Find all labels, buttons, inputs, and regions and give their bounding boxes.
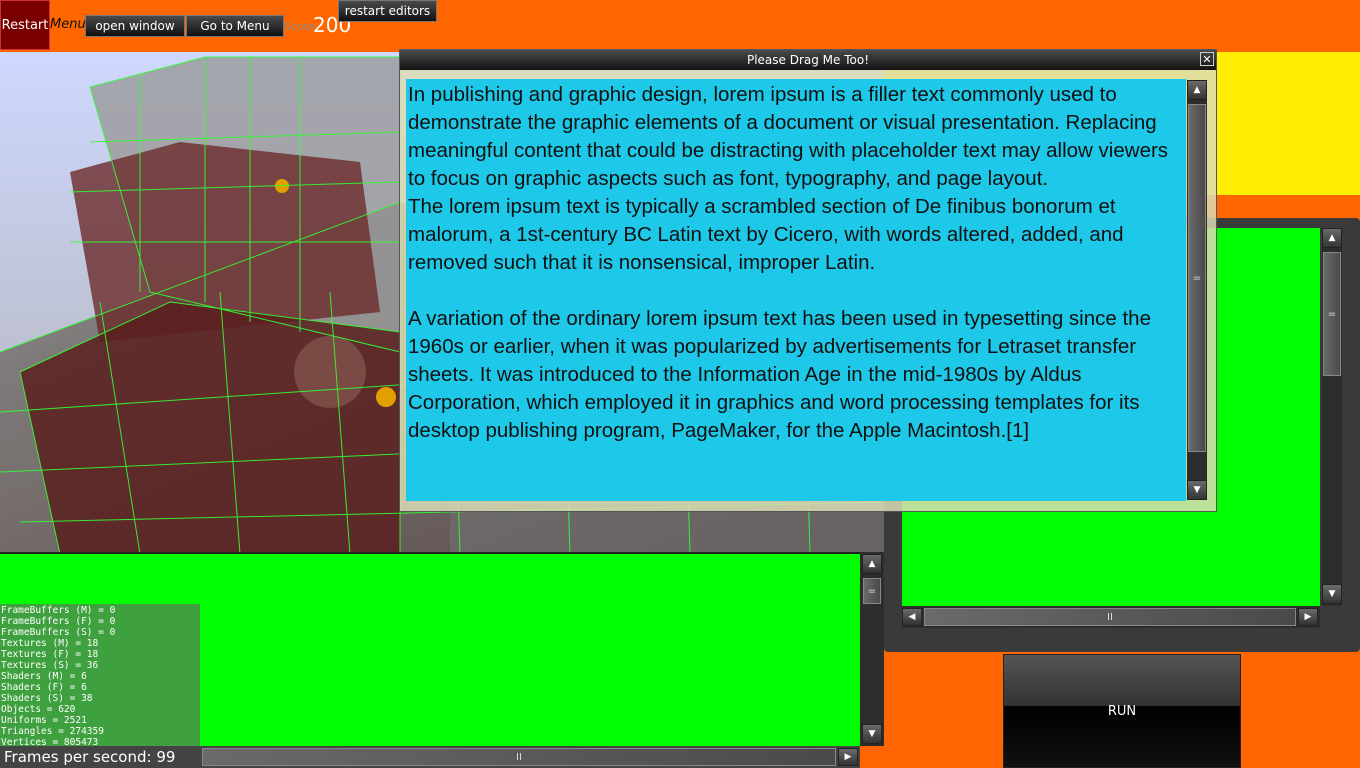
- drag-dialog[interactable]: Please Drag Me Too! ✕ In publishing and …: [399, 49, 1217, 512]
- run-button[interactable]: RUN: [1003, 654, 1241, 768]
- right-editor-scroll-left-icon[interactable]: ◀: [902, 608, 922, 626]
- menu-label: Menu: [50, 17, 86, 32]
- stats-line: FrameBuffers (S) = 0: [1, 627, 116, 638]
- dialog-scroll-up-icon[interactable]: ▲: [1187, 80, 1207, 100]
- stats-line: Shaders (S) = 38: [1, 693, 93, 704]
- bottom-editor-scroll-up-icon[interactable]: ▲: [862, 554, 882, 574]
- right-editor-hscroll-thumb[interactable]: II: [924, 608, 1296, 626]
- right-editor-scroll-right-icon[interactable]: ▶: [1298, 608, 1318, 626]
- fps-counter: Frames per second: 99: [0, 746, 200, 768]
- stats-line: Shaders (M) = 6: [1, 671, 87, 682]
- bottom-editor-vscroll-thumb[interactable]: =: [863, 578, 881, 604]
- stats-line: Textures (S) = 36: [1, 660, 99, 671]
- dialog-paragraph: A variation of the ordinary lorem ipsum …: [408, 307, 1151, 442]
- right-editor-vscroll-thumb[interactable]: =: [1323, 252, 1341, 376]
- dialog-paragraph: In publishing and graphic design, lorem …: [408, 83, 1169, 190]
- right-editor-scroll-up-icon[interactable]: ▲: [1322, 228, 1342, 248]
- score-label: Score: [284, 20, 315, 33]
- dialog-title-bar[interactable]: Please Drag Me Too!: [400, 50, 1216, 70]
- stats-line: FrameBuffers (M) = 0: [1, 605, 116, 616]
- close-icon[interactable]: ✕: [1200, 52, 1214, 66]
- dialog-paragraph: The lorem ipsum text is typically a scra…: [408, 195, 1124, 274]
- stats-line: Triangles = 274359: [1, 726, 104, 737]
- bottom-editor-scroll-down-icon[interactable]: ▼: [862, 724, 882, 744]
- stats-line: FrameBuffers (F) = 0: [1, 616, 116, 627]
- bottom-editor-scroll-right-icon[interactable]: ▶: [838, 748, 858, 766]
- stats-line: Shaders (F) = 6: [1, 682, 87, 693]
- go-to-menu-button[interactable]: Go to Menu: [186, 15, 284, 37]
- bottom-editor-hscroll-thumb[interactable]: II: [202, 748, 836, 766]
- stats-line: Textures (F) = 18: [1, 649, 99, 660]
- dialog-text-area[interactable]: In publishing and graphic design, lorem …: [406, 79, 1186, 501]
- dialog-vscroll-thumb[interactable]: =: [1188, 104, 1206, 452]
- stats-line: Objects = 620: [1, 704, 76, 715]
- render-stats-panel: FrameBuffers (M) = 0 FrameBuffers (F) = …: [0, 604, 200, 749]
- restart-button[interactable]: Restart: [0, 0, 50, 50]
- restart-editors-button[interactable]: restart editors: [338, 0, 437, 22]
- open-window-button[interactable]: open window: [85, 15, 185, 37]
- stats-line: Textures (M) = 18: [1, 638, 99, 649]
- right-editor-scroll-down-icon[interactable]: ▼: [1322, 584, 1342, 604]
- dialog-scroll-down-icon[interactable]: ▼: [1187, 480, 1207, 500]
- stats-line: Uniforms = 2521: [1, 715, 87, 726]
